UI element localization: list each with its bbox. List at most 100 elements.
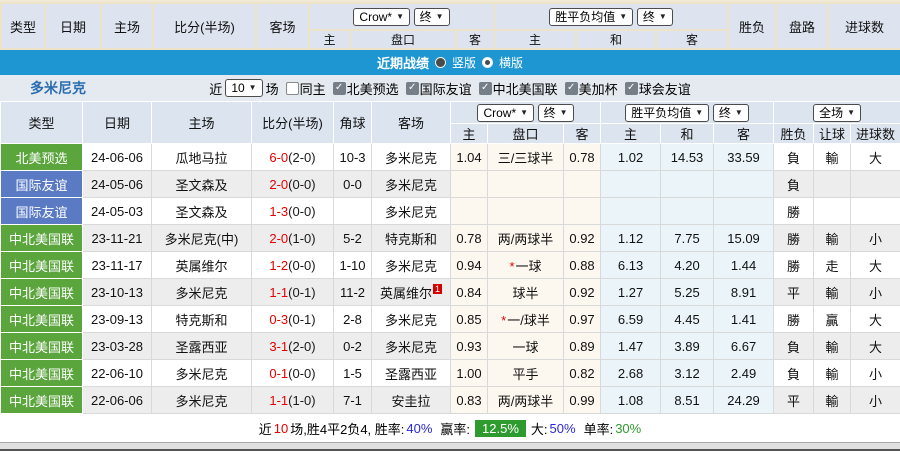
cell-league-type: 国际友谊 (1, 171, 83, 198)
score-full: 1-1 (269, 393, 288, 408)
handicap-rate-label: 赢率: (440, 419, 470, 438)
league-label: 美加杯 (579, 79, 618, 98)
chevron-down-icon: ▼ (396, 10, 404, 24)
cell-avg-home: 1.47 (601, 333, 661, 360)
cell-away-team: 圣露西亚 (372, 360, 451, 387)
score-full: 6-0 (269, 150, 288, 165)
cell-odds-away: 0.82 (564, 360, 601, 387)
banner-title: 近期战绩 (377, 53, 429, 72)
cell-away-team: 英属维尔1 (372, 279, 451, 306)
cell-away-team: 多米尼克 (372, 171, 451, 198)
same-host-filter[interactable]: 同主 (286, 79, 326, 98)
cell-handicap: 两/两球半 (488, 387, 564, 414)
cell-result: 負 (774, 144, 814, 171)
cell-avg-home: 6.59 (601, 306, 661, 333)
score-full: 0-3 (269, 312, 288, 327)
odds-time-select[interactable]: 终▼ (414, 8, 450, 26)
league-label: 中北美国联 (493, 79, 558, 98)
cell-odds-home: 0.78 (451, 225, 488, 252)
top-header-home: 主场 (101, 3, 153, 49)
cell-home-team: 圣文森及 (152, 198, 252, 225)
same-host-checkbox[interactable] (286, 82, 299, 95)
cell-score: 1-2(0-0) (252, 252, 334, 279)
summary-bar: 近10场,胜4平2负4, 胜率:40% 赢率:12.5% 大:50% 单率:30… (0, 414, 900, 442)
score-full: 1-1 (269, 285, 288, 300)
cell-handicap-result (814, 171, 851, 198)
score-full: 3-1 (269, 339, 288, 354)
cell-avg-home: 1.27 (601, 279, 661, 306)
cell-goals (851, 171, 900, 198)
table-row: 中北美国联22-06-10多米尼克0-1(0-0)1-5圣露西亚1.00平手0.… (1, 360, 900, 387)
cell-odds-home: 0.85 (451, 306, 488, 333)
cell-result: 勝 (774, 306, 814, 333)
league-checkbox[interactable]: ✓ (625, 82, 638, 95)
cell-date: 23-10-13 (83, 279, 152, 306)
cell-league-type: 中北美国联 (1, 225, 83, 252)
cell-away-team: 多米尼克 (372, 144, 451, 171)
league-filter-0[interactable]: ✓ 北美预选 (333, 79, 399, 98)
scope-select[interactable]: 全场▼ (813, 104, 861, 122)
table-row: 中北美国联23-03-28圣露西亚3-1(2-0)0-2多米尼克0.93一球0.… (1, 333, 900, 360)
score-half: (1-0) (288, 231, 315, 246)
league-label: 北美预选 (347, 79, 399, 98)
sub-avg-home: 主 (601, 124, 661, 144)
league-label: 球会友谊 (639, 79, 691, 98)
bookmaker-select[interactable]: Crow*▼ (477, 104, 534, 122)
cell-avg-away: 1.41 (714, 306, 774, 333)
league-filter-3[interactable]: ✓美加杯 (565, 79, 618, 98)
cell-handicap (488, 171, 564, 198)
header-away: 客场 (372, 102, 451, 144)
bottom-scrollbar[interactable] (0, 442, 900, 451)
cell-odds-home: 1.00 (451, 360, 488, 387)
filter-bar: 多米尼克 近 10▼ 场 同主 ✓北美预选 ✓国际友谊 ✓中北美国联 ✓美加杯 … (0, 75, 900, 101)
top-sub-avg-draw: 和 (576, 30, 656, 49)
cell-away-team: 多米尼克 (372, 333, 451, 360)
single-rate-label: 单率: (584, 419, 614, 438)
odds-group-header: Crow*▼ 终▼ (451, 102, 601, 124)
cell-result: 負 (774, 360, 814, 387)
cell-avg-away: 33.59 (714, 144, 774, 171)
cell-league-type: 中北美国联 (1, 360, 83, 387)
avg-time-select[interactable]: 终▼ (637, 8, 673, 26)
header-score: 比分(半场) (252, 102, 334, 144)
check-icon: ✓ (335, 83, 343, 93)
table-row: 中北美国联23-09-13特克斯和0-3(0-1)2-8多米尼克0.85*一/球… (1, 306, 900, 333)
league-checkbox[interactable]: ✓ (565, 82, 578, 95)
cell-goals: 大 (851, 333, 900, 360)
league-filter-1[interactable]: ✓国际友谊 (406, 79, 472, 98)
match-count-select[interactable]: 10▼ (225, 79, 262, 97)
cell-odds-away (564, 198, 601, 225)
cell-avg-away: 8.91 (714, 279, 774, 306)
team-title: 多米尼克 (30, 78, 86, 98)
cell-result: 平 (774, 279, 814, 306)
cell-goals: 小 (851, 360, 900, 387)
avg-time-select[interactable]: 终▼ (713, 104, 749, 122)
bookmaker-select[interactable]: Crow*▼ (353, 8, 410, 26)
league-checkbox[interactable]: ✓ (333, 82, 346, 95)
table-row: 中北美国联23-11-17英属维尔1-2(0-0)1-10多米尼克0.94*一球… (1, 252, 900, 279)
avg-select[interactable]: 胜平负均值▼ (625, 104, 709, 122)
league-checkbox[interactable]: ✓ (406, 82, 419, 95)
cell-odds-away: 0.92 (564, 279, 601, 306)
cell-corner: 2-8 (334, 306, 372, 333)
cell-date: 24-05-03 (83, 198, 152, 225)
sub-result: 胜负 (774, 124, 814, 144)
match-history-table: 类型 日期 主场 比分(半场) 角球 客场 Crow*▼ 终▼ 胜平负均值▼ 终… (0, 101, 900, 414)
avg-select[interactable]: 胜平负均值▼ (549, 8, 633, 26)
top-header-type: 类型 (1, 3, 45, 49)
top-odds-group: Crow*▼ 终▼ (309, 3, 494, 30)
cell-score: 3-1(2-0) (252, 333, 334, 360)
cell-home-team: 多米尼克 (152, 279, 252, 306)
cell-handicap: *一球 (488, 252, 564, 279)
radio-vertical-layout[interactable] (435, 57, 446, 68)
score-full: 1-2 (269, 258, 288, 273)
table-row: 国际友谊24-05-06圣文森及2-0(0-0)0-0多米尼克負 (1, 171, 900, 198)
chevron-down-icon: ▼ (520, 106, 528, 120)
cell-handicap (488, 198, 564, 225)
cell-odds-home: 0.93 (451, 333, 488, 360)
radio-horizontal-layout[interactable] (482, 57, 493, 68)
league-filter-4[interactable]: ✓球会友谊 (625, 79, 691, 98)
league-filter-2[interactable]: ✓中北美国联 (479, 79, 558, 98)
odds-time-select[interactable]: 终▼ (538, 104, 574, 122)
league-checkbox[interactable]: ✓ (479, 82, 492, 95)
